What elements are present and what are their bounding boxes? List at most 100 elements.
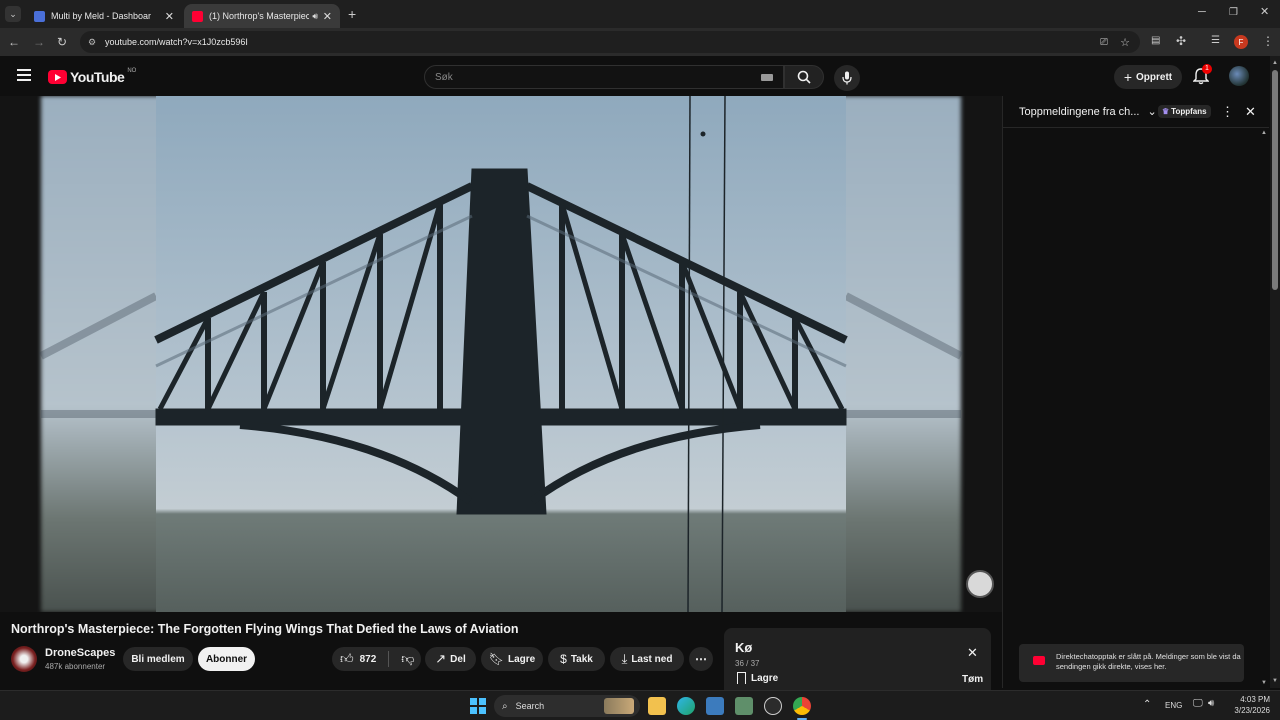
share-icon: ↗ — [435, 651, 447, 666]
thumbs-up-icon: 👍︎ — [340, 651, 354, 666]
bookmark-icon: 🔖︎ — [488, 652, 504, 666]
thanks-icon: $ — [560, 652, 567, 666]
scrollbar-thumb[interactable] — [1272, 70, 1278, 290]
network-icon[interactable]: 🖵︎ — [1193, 698, 1203, 709]
show-hidden-icons-icon[interactable]: ⌃ — [1143, 699, 1151, 710]
queue-clear-button[interactable]: Tøm — [962, 674, 983, 685]
queue-position: 36 / 37 — [735, 659, 760, 668]
chrome-icon[interactable] — [793, 697, 811, 715]
start-button[interactable] — [470, 698, 486, 714]
install-app-icon[interactable]: ⎚ — [1100, 37, 1108, 48]
chat-replay-notice: Direktechatopptak er slått på. Meldinger… — [1019, 644, 1244, 682]
channel-avatar[interactable] — [11, 646, 37, 672]
hamburger-menu-icon[interactable] — [17, 69, 31, 81]
close-tab-icon[interactable]: ✕ — [323, 10, 332, 23]
tab-northrop-video[interactable]: (1) Northrop's Masterpiece 🔊︎ ✕ — [184, 4, 340, 28]
page-scrollbar[interactable]: ▲ ▼ — [1270, 56, 1280, 688]
scroll-up-icon[interactable]: ▲ — [1272, 60, 1278, 66]
reading-list-icon[interactable]: ☰ — [1211, 36, 1220, 46]
edge-icon[interactable] — [677, 697, 695, 715]
notifications-button[interactable]: 1 — [1192, 64, 1212, 86]
queue-save-button[interactable]: Lagre — [737, 672, 778, 684]
tab-search-icon[interactable]: ⌄ — [5, 6, 21, 22]
close-queue-icon[interactable]: ✕ — [967, 645, 978, 661]
back-icon[interactable]: ← — [8, 36, 20, 48]
chrome-menu-icon[interactable]: ⋮ — [1262, 35, 1274, 47]
like-dislike-group: 👍︎ 872 👎︎ — [332, 647, 421, 671]
join-button[interactable]: Bli medlem — [123, 647, 193, 671]
file-explorer-icon[interactable] — [648, 697, 666, 715]
subscriber-count: 487k abonnenter — [45, 662, 106, 671]
audio-playing-icon[interactable]: 🔊︎ — [312, 11, 318, 22]
save-button[interactable]: 🔖︎ Lagre — [481, 647, 543, 671]
create-button[interactable]: + Opprett — [1114, 65, 1182, 89]
bookmark-star-icon[interactable]: ☆ — [1120, 36, 1130, 49]
download-button[interactable]: ⤓ Last ned — [610, 647, 684, 671]
download-icon: ⤓ — [621, 651, 628, 666]
address-bar[interactable]: ⚙ youtube.com/watch?v=x1J0zcb596I ⎚ ☆ — [80, 31, 1140, 53]
keyboard-icon[interactable] — [761, 73, 773, 81]
video-title: Northrop's Masterpiece: The Forgotten Fl… — [11, 622, 519, 636]
thumbs-down-icon[interactable]: 👎︎ — [401, 651, 414, 667]
search-highlight-icon — [604, 698, 634, 714]
crown-icon: ♛ — [1162, 107, 1170, 116]
site-info-icon[interactable]: ⚙ — [88, 37, 96, 48]
profile-avatar[interactable]: F — [1234, 35, 1248, 49]
account-avatar[interactable] — [1229, 66, 1249, 86]
scroll-down-icon[interactable]: ▼ — [1272, 678, 1278, 684]
chat-more-options-icon[interactable]: ⋮ — [1221, 104, 1234, 120]
browser-toolbar: ← → ↻ ⚙ youtube.com/watch?v=x1J0zcb596I … — [0, 28, 1280, 56]
media-control-icon[interactable]: ▤ — [1151, 36, 1160, 46]
meld-favicon-icon — [34, 10, 45, 22]
taskbar-app-icon[interactable] — [706, 697, 724, 715]
like-button[interactable]: 👍︎ 872 — [340, 651, 376, 667]
share-button[interactable]: ↗ Del — [425, 647, 476, 671]
channel-watermark-icon[interactable] — [966, 570, 994, 598]
extensions-icon[interactable]: ✣ — [1176, 35, 1186, 47]
chevron-down-icon: ⌄ — [1147, 106, 1157, 118]
browser-tab-bar: ⌄ Multi by Meld - Dashboard. ✕ (1) North… — [0, 0, 1280, 28]
voice-search-button[interactable] — [834, 65, 860, 91]
search-icon: ⌕ — [502, 700, 508, 712]
volume-icon[interactable]: 🔊︎ — [1208, 698, 1214, 709]
video-player[interactable] — [0, 96, 1002, 612]
notification-badge: 1 — [1202, 64, 1212, 74]
windows-taskbar: ⌕ Search ⌃ ENG 🖵︎ 🔊︎ 4:03 PM 3/23/2026 — [0, 690, 1280, 720]
taskbar-search[interactable]: ⌕ Search — [494, 695, 640, 717]
photo-app-icon[interactable] — [735, 697, 753, 715]
close-window-icon[interactable]: ✕ — [1260, 7, 1269, 18]
video-frame-bridge — [39, 96, 963, 612]
minimize-icon[interactable]: ─ — [1198, 7, 1206, 18]
divider — [388, 651, 390, 667]
top-fans-badge[interactable]: ♛ Toppfans — [1158, 105, 1211, 118]
new-tab-icon[interactable]: + — [348, 7, 356, 21]
tab-meld-dashboard[interactable]: Multi by Meld - Dashboard. ✕ — [26, 4, 182, 28]
channel-name[interactable]: DroneScapes — [45, 647, 115, 659]
close-tab-icon[interactable]: ✕ — [165, 10, 174, 23]
queue-title: Kø — [735, 640, 753, 655]
language-indicator[interactable]: ENG — [1165, 701, 1182, 710]
search-button[interactable] — [784, 65, 824, 89]
plus-icon: + — [1123, 69, 1133, 85]
youtube-favicon-icon — [192, 10, 203, 22]
close-chat-icon[interactable]: ✕ — [1245, 104, 1256, 120]
steam-icon[interactable] — [764, 697, 782, 715]
more-actions-button[interactable]: ⋯ — [689, 647, 713, 671]
clock[interactable]: 4:03 PM 3/23/2026 — [1228, 694, 1270, 716]
forward-icon[interactable]: → — [33, 36, 45, 48]
search-icon — [797, 70, 811, 84]
subscribe-button[interactable]: Abonner — [198, 647, 255, 671]
youtube-play-icon — [48, 70, 67, 84]
thanks-button[interactable]: $ Takk — [548, 647, 605, 671]
youtube-header: YouTube NO Søk + Opprett 1 — [0, 56, 1270, 96]
queue-panel: Kø 36 / 37 ✕ Lagre Tøm — [724, 628, 991, 690]
restore-icon[interactable]: ❐ — [1229, 8, 1238, 18]
more-horizontal-icon: ⋯ — [695, 652, 707, 666]
chat-mode-dropdown[interactable]: Toppmeldingene fra ch... ⌄ — [1019, 105, 1157, 119]
youtube-notice-icon — [1033, 656, 1045, 665]
reload-icon[interactable]: ↻ — [57, 36, 67, 48]
microphone-icon — [842, 71, 852, 85]
search-input[interactable]: Søk — [424, 65, 784, 89]
chat-scrollbar[interactable]: ▲ ▼ — [1261, 130, 1267, 686]
youtube-logo[interactable]: YouTube NO — [48, 68, 136, 85]
